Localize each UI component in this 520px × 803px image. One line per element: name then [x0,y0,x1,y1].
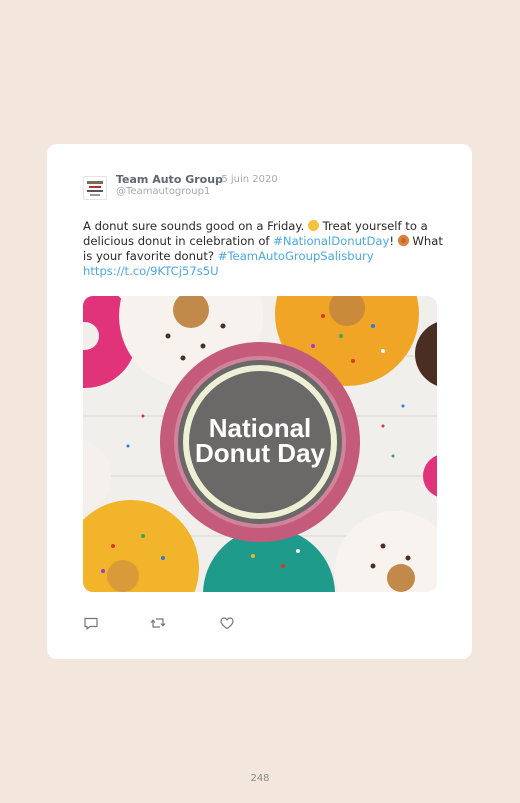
tweet-text: A donut sure sounds good on a Friday. Tr… [83,219,443,279]
reply-icon[interactable] [83,615,99,631]
author-name[interactable]: Team Auto Group [116,173,223,186]
tweet-link[interactable]: https://t.co/9KTCj57s5U [83,264,219,278]
tweet-image[interactable]: National Donut Day [83,296,437,592]
badge-title-line2: Donut Day [195,438,326,468]
tweet-text-part: ! [389,234,398,248]
hashtag-national-donut-day[interactable]: #NationalDonutDay [273,234,389,248]
author-handle[interactable]: @Teamautogroup1 [116,186,210,197]
tweet-card: Team Auto Group · 5 juin 2020 @Teamautog… [47,144,472,659]
yum-face-emoji-icon [308,220,319,231]
heart-icon[interactable] [219,615,235,631]
hashtag-team-auto-group-salisbury[interactable]: #TeamAutoGroupSalisbury [218,249,374,263]
retweet-icon[interactable] [150,615,166,631]
tweet-text-part: A donut sure sounds good on a Friday. [83,219,308,233]
avatar[interactable] [83,176,107,200]
tweet-date[interactable]: · 5 juin 2020 [215,174,278,185]
page-number: 248 [250,773,270,784]
donut-emoji-icon [397,235,409,246]
